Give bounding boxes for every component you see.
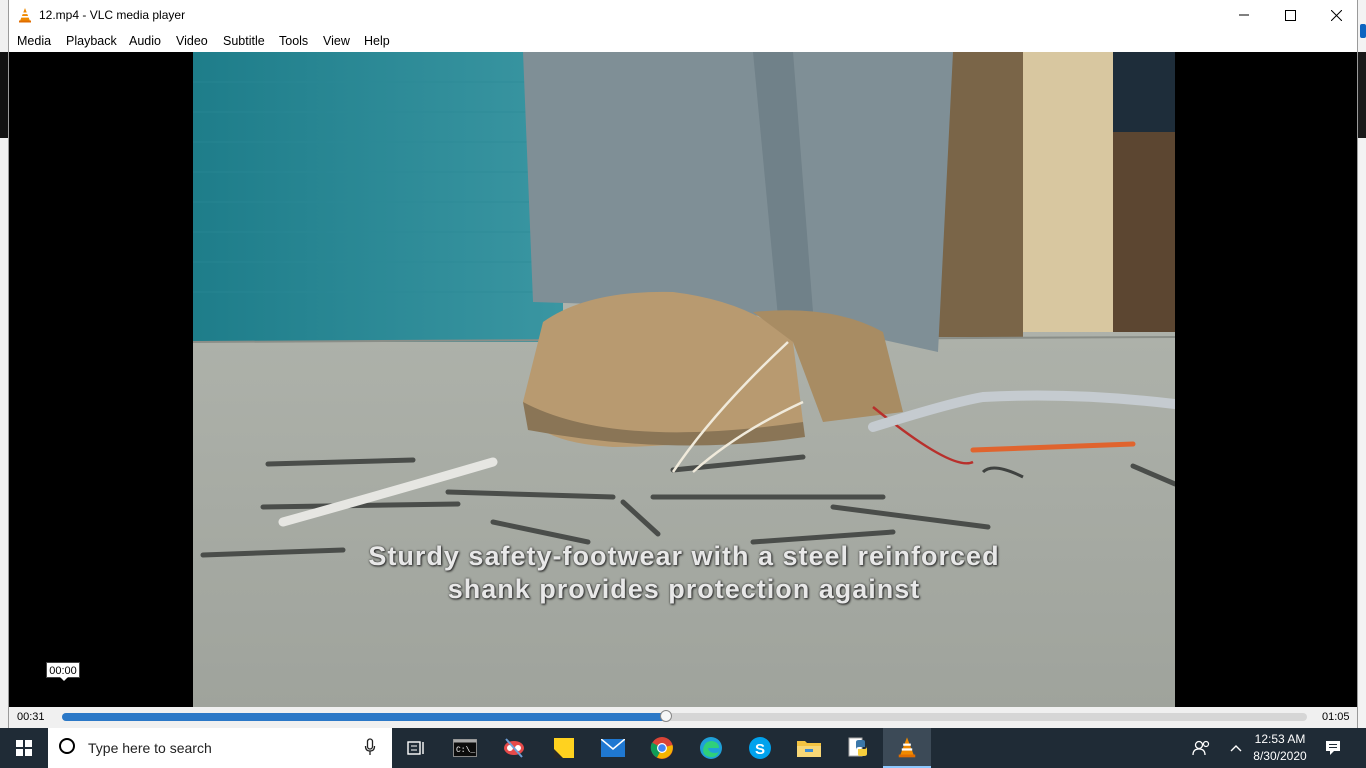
vlc-window: 12.mp4 - VLC media player Media Playback… — [8, 0, 1358, 728]
menu-tools[interactable]: Tools — [279, 34, 308, 48]
tooltip-pointer — [60, 677, 68, 681]
subtitle-text: Sturdy safety-footwear with a steel rein… — [193, 540, 1175, 606]
seek-progress — [62, 713, 666, 721]
subtitle-line-2: shank provides protection against — [447, 574, 921, 604]
elapsed-time: 00:31 — [17, 711, 45, 723]
seek-handle[interactable] — [659, 710, 672, 722]
minimize-icon — [1239, 14, 1249, 16]
search-placeholder: Type here to search — [88, 740, 212, 756]
menu-subtitle[interactable]: Subtitle — [223, 34, 265, 48]
windows-logo-icon — [16, 740, 32, 756]
minimize-button[interactable] — [1221, 0, 1267, 30]
mail-icon[interactable] — [589, 728, 637, 768]
system-clock[interactable]: 12:53 AM 8/30/2020 — [1244, 731, 1316, 765]
menu-bar: Media Playback Audio Video Subtitle Tool… — [9, 30, 1357, 52]
notification-center-icon[interactable] — [1318, 728, 1348, 768]
background-window-accent — [1360, 24, 1366, 38]
background-window-edge — [0, 52, 8, 138]
taskbar-search[interactable]: Type here to search — [48, 728, 392, 768]
seek-bar[interactable] — [62, 710, 1307, 722]
menu-view[interactable]: View — [323, 34, 350, 48]
clock-time: 12:53 AM — [1254, 732, 1306, 746]
maximize-button[interactable] — [1267, 0, 1313, 30]
playback-controls: 00:31 01:05 — [9, 707, 1357, 728]
background-window-edge-right — [1358, 52, 1366, 138]
total-time: 01:05 — [1322, 711, 1350, 723]
close-icon — [1330, 9, 1342, 21]
task-view-icon[interactable] — [392, 728, 440, 768]
menu-help[interactable]: Help — [364, 34, 390, 48]
file-explorer-icon[interactable] — [785, 728, 833, 768]
window-title: 12.mp4 - VLC media player — [39, 8, 186, 22]
menu-audio[interactable]: Audio — [129, 34, 161, 48]
vlc-cone-icon — [19, 8, 31, 23]
snipping-tool-icon[interactable] — [490, 728, 538, 768]
maximize-icon — [1284, 9, 1296, 21]
menu-video[interactable]: Video — [176, 34, 208, 48]
video-scene — [193, 52, 1175, 707]
close-button[interactable] — [1313, 0, 1359, 30]
chrome-icon[interactable] — [638, 728, 686, 768]
menu-playback[interactable]: Playback — [66, 34, 117, 48]
cortana-icon — [59, 738, 75, 754]
taskbar: Type here to search C:\_ S 12:53 AM 8/30… — [0, 728, 1366, 768]
svg-text:S: S — [755, 741, 765, 758]
edge-icon[interactable] — [687, 728, 735, 768]
svg-text:C:\_: C:\_ — [456, 746, 475, 755]
vlc-icon[interactable] — [883, 728, 931, 768]
title-bar[interactable]: 12.mp4 - VLC media player — [9, 0, 1357, 30]
skype-icon[interactable]: S — [736, 728, 784, 768]
start-button[interactable] — [0, 728, 48, 768]
seek-hover-tooltip: 00:00 — [46, 662, 80, 678]
clock-date: 8/30/2020 — [1253, 749, 1307, 763]
people-icon[interactable] — [1186, 728, 1216, 768]
sticky-notes-icon[interactable] — [540, 728, 588, 768]
menu-media[interactable]: Media — [17, 34, 51, 48]
microphone-icon[interactable] — [364, 738, 376, 756]
terminal-icon[interactable]: C:\_ — [441, 728, 489, 768]
subtitle-line-1: Sturdy safety-footwear with a steel rein… — [368, 541, 1000, 571]
python-icon[interactable] — [834, 728, 882, 768]
video-frame[interactable]: Sturdy safety-footwear with a steel rein… — [193, 52, 1175, 707]
